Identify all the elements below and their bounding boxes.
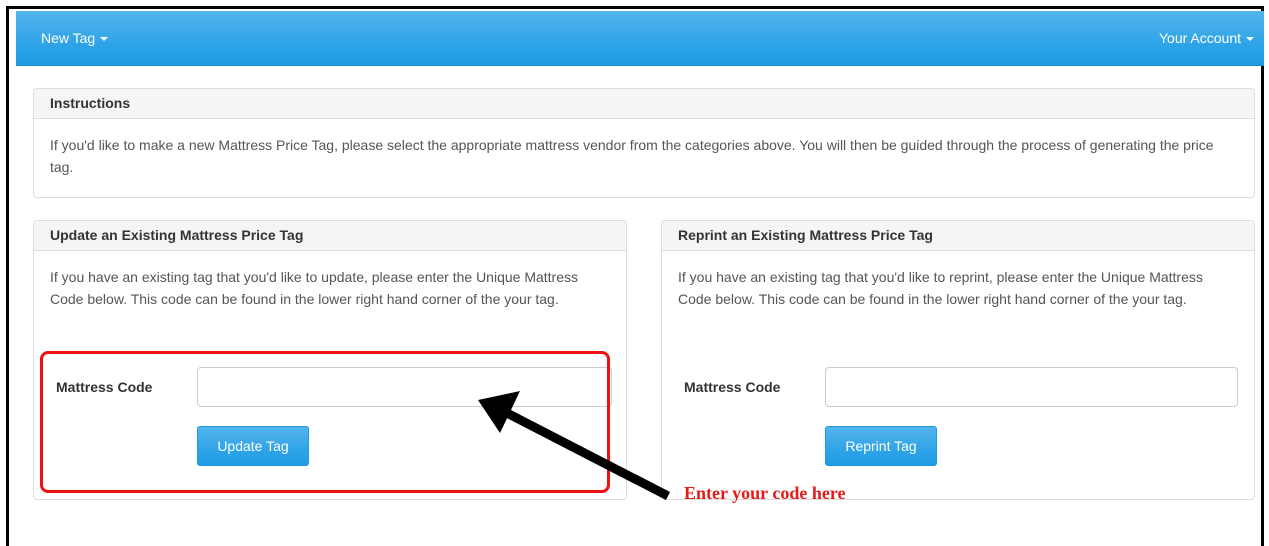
arrow-annotation: [478, 391, 671, 501]
annotation-text: Enter your code here: [684, 483, 846, 503]
